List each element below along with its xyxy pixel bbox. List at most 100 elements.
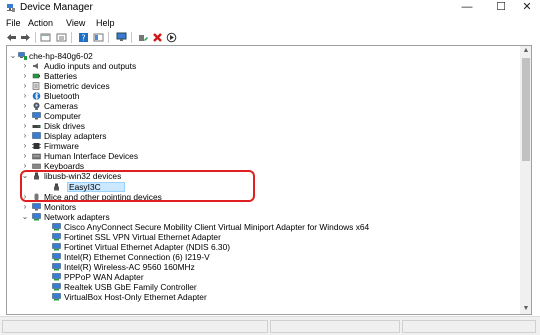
tree-item-network-adapter[interactable]: Intel(R) Ethernet Connection (6) I219-V xyxy=(7,252,519,262)
tree-root[interactable]: ⌄ che-hp-840g6-02 xyxy=(7,51,519,61)
monitor-icon[interactable] xyxy=(116,32,127,43)
menu-view[interactable]: View xyxy=(66,17,85,29)
network-adapter-icon xyxy=(52,273,61,281)
menu-bar: File Action View Help xyxy=(0,16,540,30)
computer-icon xyxy=(32,112,41,120)
tree-item-monitors[interactable]: › Monitors xyxy=(7,202,519,212)
tree-item-label: Audio inputs and outputs xyxy=(44,61,137,71)
expand-chevron-icon[interactable]: › xyxy=(21,121,29,131)
svg-text:?: ? xyxy=(81,34,85,43)
monitor-icon xyxy=(32,203,41,211)
tree-item-network-adapter[interactable]: Realtek USB GbE Family Controller xyxy=(7,282,519,292)
tree-item-bluetooth[interactable]: › Bluetooth xyxy=(7,91,519,101)
tree-item-label: Fortinet Virtual Ethernet Adapter (NDIS … xyxy=(64,242,231,252)
expand-chevron-icon[interactable]: › xyxy=(21,71,29,81)
status-segment xyxy=(402,320,536,333)
details-icon[interactable] xyxy=(93,32,104,43)
menu-file[interactable]: File xyxy=(6,17,21,29)
expand-chevron-icon[interactable]: › xyxy=(21,91,29,101)
tree-item-computer[interactable]: › Computer xyxy=(7,111,519,121)
tree-item-label: Realtek USB GbE Family Controller xyxy=(64,282,197,292)
help-icon[interactable]: ? xyxy=(78,32,89,43)
menu-help[interactable]: Help xyxy=(96,17,115,29)
toolbar: ? xyxy=(0,30,540,45)
window-title: Device Manager xyxy=(20,2,93,13)
tree-item-cameras[interactable]: › Cameras xyxy=(7,101,519,111)
tree-item-label: VirtualBox Host-Only Ethernet Adapter xyxy=(64,292,207,302)
firmware-icon xyxy=(32,143,41,149)
network-adapter-icon xyxy=(52,283,61,291)
expand-chevron-icon[interactable]: › xyxy=(21,81,29,91)
expand-chevron-icon[interactable]: › xyxy=(21,151,29,161)
collapse-chevron-icon[interactable]: ⌄ xyxy=(9,51,17,61)
scrollbar-thumb[interactable] xyxy=(522,58,530,161)
tree-item-label: PPPoP WAN Adapter xyxy=(64,272,144,282)
vertical-scrollbar[interactable]: ▲ ▼ xyxy=(520,46,531,314)
device-manager-icon xyxy=(7,4,15,12)
update-driver-icon[interactable] xyxy=(138,32,149,43)
status-segment xyxy=(2,320,268,333)
tree-item-network-adapter[interactable]: VirtualBox Host-Only Ethernet Adapter xyxy=(7,292,519,302)
network-adapter-icon xyxy=(52,233,61,241)
tree-item-network-adapter[interactable]: Fortinet Virtual Ethernet Adapter (NDIS … xyxy=(7,242,519,252)
menu-action[interactable]: Action xyxy=(28,17,53,29)
bluetooth-icon xyxy=(32,92,41,100)
expand-chevron-icon[interactable]: › xyxy=(21,111,29,121)
back-icon[interactable] xyxy=(6,32,17,43)
disk-icon xyxy=(32,125,41,128)
close-button[interactable]: ✕ xyxy=(512,0,540,16)
tree-item-label: Intel(R) Ethernet Connection (6) I219-V xyxy=(64,252,210,262)
tree-item-network-adapter[interactable]: Intel(R) Wireless-AC 9560 160MHz xyxy=(7,262,519,272)
expand-chevron-icon[interactable]: › xyxy=(21,141,29,151)
toolbar-separator xyxy=(131,32,132,43)
title-bar: Device Manager — ☐ ✕ xyxy=(0,0,540,16)
tree-item-label: Computer xyxy=(44,111,81,121)
tree-item-label: Monitors xyxy=(44,202,77,212)
tree-item-network-adapter[interactable]: PPPoP WAN Adapter xyxy=(7,272,519,282)
status-bar xyxy=(0,316,540,335)
tree-item-label: Batteries xyxy=(44,71,78,81)
tree-item-biometric[interactable]: › Biometric devices xyxy=(7,81,519,91)
biometric-icon xyxy=(32,82,40,90)
uninstall-icon[interactable] xyxy=(152,32,163,43)
network-adapter-icon xyxy=(52,263,61,271)
minimize-button[interactable]: — xyxy=(452,0,482,16)
network-icon xyxy=(32,213,41,221)
tree-item-label: Human Interface Devices xyxy=(44,151,139,161)
keyboard-icon xyxy=(32,163,41,169)
tree-item-label: Disk drives xyxy=(44,121,85,131)
tree-item-label: Cameras xyxy=(44,101,78,111)
hid-icon xyxy=(32,153,41,160)
status-segment xyxy=(270,320,400,333)
scroll-down-icon[interactable]: ▼ xyxy=(520,304,531,314)
network-adapter-icon xyxy=(52,223,61,231)
expand-chevron-icon[interactable]: › xyxy=(21,202,29,212)
toolbar-separator xyxy=(71,32,72,43)
toolbar-separator xyxy=(35,32,36,43)
list-icon[interactable] xyxy=(56,32,67,43)
tree-item-label: Intel(R) Wireless-AC 9560 160MHz xyxy=(64,262,195,272)
scan-icon[interactable] xyxy=(166,32,177,43)
scroll-up-icon[interactable]: ▲ xyxy=(520,46,531,56)
tree-item-network-adapters[interactable]: ⌄ Network adapters xyxy=(7,212,519,222)
expand-chevron-icon[interactable]: › xyxy=(21,101,29,111)
network-adapter-icon xyxy=(52,253,61,261)
battery-icon xyxy=(32,73,40,79)
tree-item-label: Network adapters xyxy=(44,212,110,222)
tree-item-network-adapter[interactable]: Cisco AnyConnect Secure Mobility Client … xyxy=(7,222,519,232)
tree-item-label: Cisco AnyConnect Secure Mobility Client … xyxy=(64,222,370,232)
tree-item-disk-drives[interactable]: › Disk drives xyxy=(7,121,519,131)
forward-icon[interactable] xyxy=(20,32,31,43)
tree-item-batteries[interactable]: › Batteries xyxy=(7,71,519,81)
tree-item-label: Bluetooth xyxy=(44,91,80,101)
tree-item-hid[interactable]: › Human Interface Devices xyxy=(7,151,519,161)
collapse-chevron-icon[interactable]: ⌄ xyxy=(21,212,29,222)
tree-item-firmware[interactable]: › Firmware xyxy=(7,141,519,151)
tree-item-audio[interactable]: › Audio inputs and outputs xyxy=(7,61,519,71)
speaker-icon xyxy=(33,63,38,69)
expand-chevron-icon[interactable]: › xyxy=(21,131,29,141)
properties-pane-icon[interactable] xyxy=(40,32,51,43)
tree-item-display-adapters[interactable]: › Display adapters xyxy=(7,131,519,141)
expand-chevron-icon[interactable]: › xyxy=(21,61,29,71)
tree-item-network-adapter[interactable]: Fortinet SSL VPN Virtual Ethernet Adapte… xyxy=(7,232,519,242)
